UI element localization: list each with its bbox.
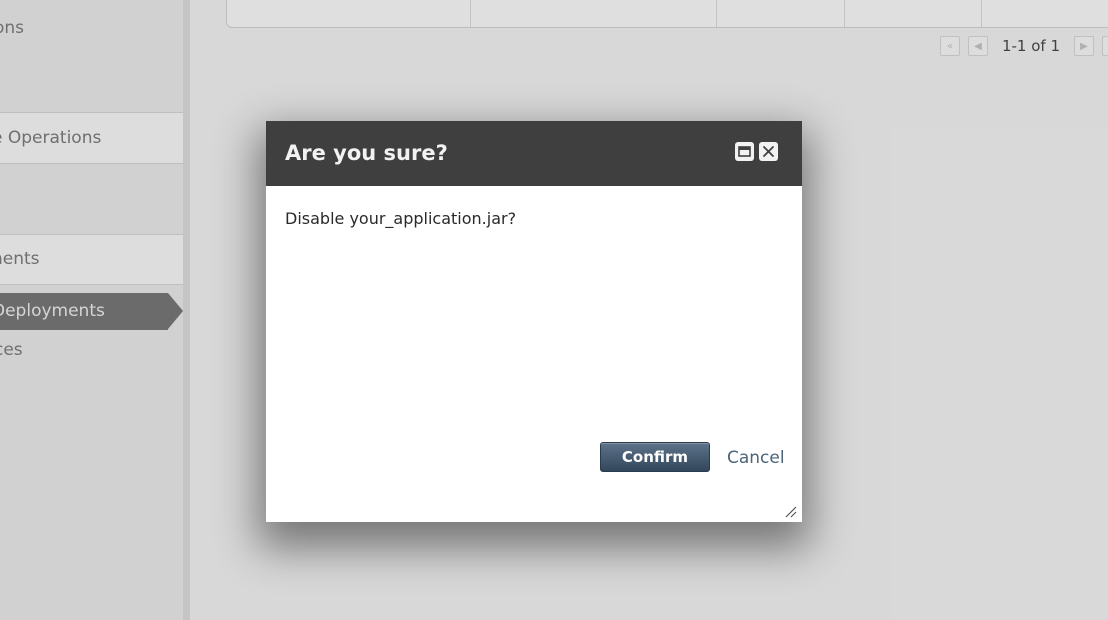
- dialog-header[interactable]: Are you sure?: [266, 121, 802, 186]
- dialog-title: Are you sure?: [285, 141, 448, 165]
- resize-grip-icon[interactable]: [783, 503, 797, 518]
- confirm-dialog: Are you sure? Disable your_application.j…: [266, 121, 802, 522]
- close-icon[interactable]: [759, 142, 778, 161]
- dialog-message: Disable your_application.jar?: [285, 209, 517, 228]
- maximize-icon[interactable]: [735, 142, 754, 161]
- confirm-button[interactable]: Confirm: [600, 442, 710, 472]
- page: ons e Operations nents Deployments ces: [0, 0, 1108, 620]
- cancel-link[interactable]: Cancel: [727, 448, 785, 468]
